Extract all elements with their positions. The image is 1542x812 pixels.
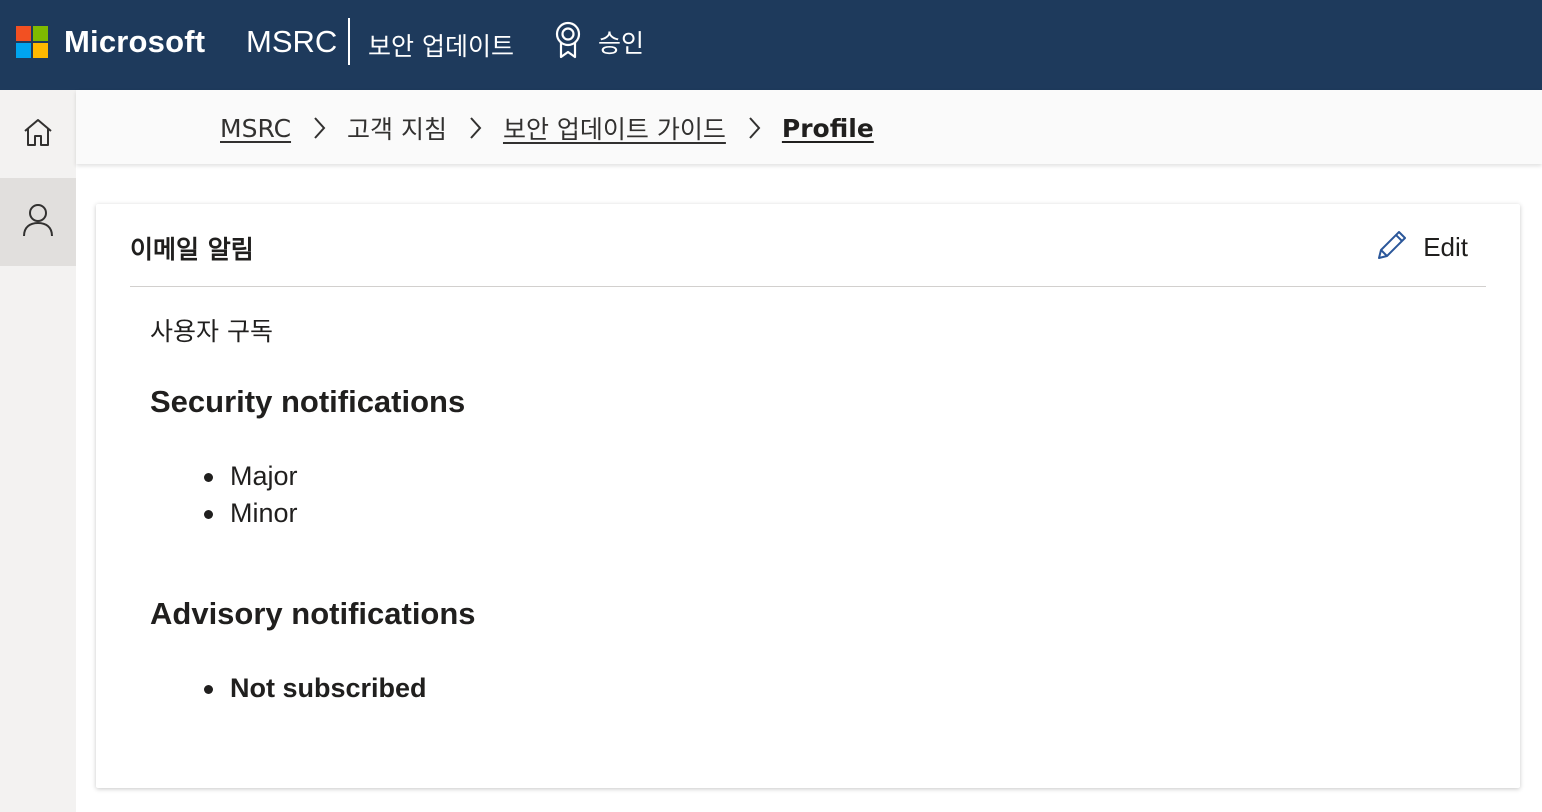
advisory-notifications-list: Not subscribed xyxy=(204,670,427,707)
breadcrumb-security-update-guide[interactable]: 보안 업데이트 가이드 xyxy=(503,110,726,146)
nav-acknowledgements[interactable]: 승인 xyxy=(554,21,645,63)
email-alerts-card: 이메일 알림 Edit 사용자 구독 Security notification… xyxy=(96,204,1520,788)
rail-home-button[interactable] xyxy=(0,90,76,178)
list-item: Not subscribed xyxy=(204,670,427,707)
chevron-right-icon xyxy=(291,116,347,140)
brand-name[interactable]: Microsoft xyxy=(64,24,205,60)
edit-button[interactable]: Edit xyxy=(1375,228,1468,266)
ribbon-award-icon xyxy=(554,21,582,63)
home-icon xyxy=(22,117,54,151)
chevron-right-icon xyxy=(726,116,782,140)
breadcrumb-bar: MSRC 고객 지침 보안 업데이트 가이드 Profile xyxy=(76,90,1542,164)
site-name[interactable]: MSRC xyxy=(246,24,337,60)
logo-square-red xyxy=(16,26,31,41)
breadcrumb: MSRC 고객 지침 보안 업데이트 가이드 Profile xyxy=(220,110,874,146)
breadcrumb-customer-guidance[interactable]: 고객 지침 xyxy=(347,110,447,146)
subscriptions-label: 사용자 구독 xyxy=(150,317,273,346)
person-icon xyxy=(22,203,54,241)
nav-security-updates[interactable]: 보안 업데이트 xyxy=(368,27,514,63)
breadcrumb-msrc[interactable]: MSRC xyxy=(220,114,291,143)
top-header: Microsoft MSRC 보안 업데이트 승인 xyxy=(0,0,1542,90)
pencil-icon xyxy=(1375,228,1409,266)
left-rail xyxy=(0,90,76,812)
security-notifications-list: Major Minor xyxy=(204,458,298,532)
list-item: Major xyxy=(204,458,298,495)
edit-label: Edit xyxy=(1423,231,1468,262)
chevron-right-icon xyxy=(447,116,503,140)
card-title: 이메일 알림 xyxy=(130,235,254,264)
list-item: Minor xyxy=(204,495,298,532)
logo-square-blue xyxy=(16,43,31,58)
security-notifications-heading: Security notifications xyxy=(150,384,466,419)
microsoft-logo-icon[interactable] xyxy=(16,26,49,59)
advisory-notifications-heading: Advisory notifications xyxy=(150,596,476,631)
logo-square-yellow xyxy=(33,43,48,58)
nav-acknowledgements-label: 승인 xyxy=(598,29,645,58)
rail-profile-button[interactable] xyxy=(0,178,76,266)
logo-square-green xyxy=(33,26,48,41)
breadcrumb-profile[interactable]: Profile xyxy=(782,114,874,143)
card-divider xyxy=(130,286,1486,287)
header-divider xyxy=(348,18,350,65)
